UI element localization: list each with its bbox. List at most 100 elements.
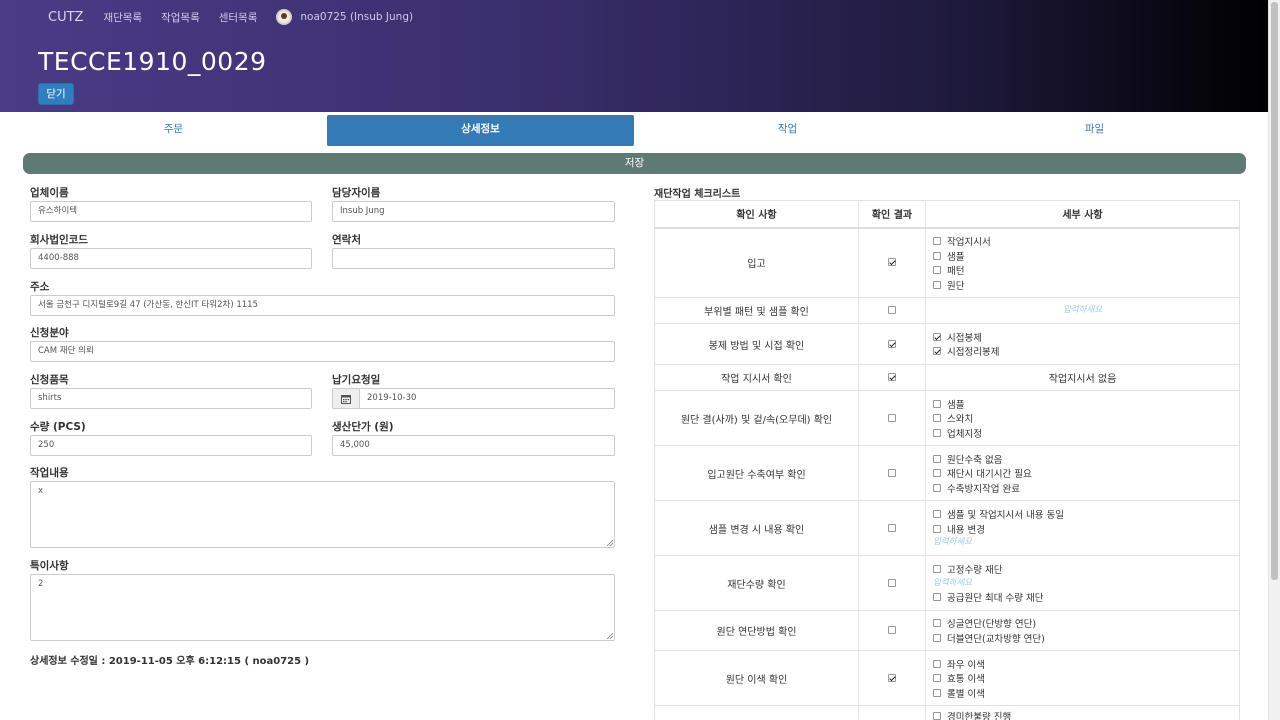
field-select[interactable]: CAM 재단 의뢰: [30, 341, 615, 362]
result-checkbox[interactable]: [888, 339, 896, 348]
option-label: 경미한불량 진행: [947, 712, 1012, 720]
option-checkbox[interactable]: [933, 510, 941, 519]
result-checkbox[interactable]: [888, 626, 896, 634]
header-check-item: 확인 사항: [654, 200, 859, 229]
brand-link[interactable]: CUTZ: [48, 10, 83, 25]
option-checkbox[interactable]: [933, 483, 941, 492]
option-checkbox[interactable]: [933, 266, 941, 274]
item-field[interactable]: shirts: [30, 388, 312, 409]
address-field[interactable]: 서울 금천구 디지털로9길 47 (가산동, 한신IT 타워2차) 1115: [30, 295, 615, 316]
option-label: 샘플 및 작업지시서 내용 동일: [947, 510, 1064, 522]
option[interactable]: 내용 변경: [933, 522, 1232, 537]
result-checkbox[interactable]: [888, 673, 896, 682]
manager-field[interactable]: Insub Jung: [332, 201, 615, 222]
detail-input[interactable]: 입력하세요: [933, 536, 1232, 549]
option-checkbox[interactable]: [933, 659, 941, 668]
checklist-title: 재단작업 체크리스트: [654, 189, 741, 200]
result-checkbox[interactable]: [888, 413, 896, 422]
detail-input[interactable]: 입력하세요: [933, 304, 1232, 317]
option[interactable]: 샘플 및 작업지시서 내용 동일: [933, 507, 1232, 522]
option-label: 패턴: [947, 266, 965, 277]
option[interactable]: 원단수축 없음: [933, 451, 1232, 466]
option-checkbox[interactable]: [933, 332, 941, 341]
option-checkbox[interactable]: [933, 347, 941, 356]
option[interactable]: 수축방지작업 완료: [933, 480, 1232, 495]
option[interactable]: 재단시 대기시간 필요: [933, 466, 1232, 481]
result-checkbox[interactable]: [888, 258, 896, 267]
due-date-field[interactable]: 2019-10-30: [332, 388, 615, 409]
save-button[interactable]: 저장: [23, 153, 1246, 174]
tab-file[interactable]: 파일: [941, 115, 1248, 146]
result-checkbox[interactable]: [888, 578, 896, 587]
option[interactable]: 스와치: [933, 411, 1232, 426]
detail-input[interactable]: 입력하세요: [933, 577, 1232, 590]
option-label: 스와치: [947, 414, 974, 425]
corp-code-field[interactable]: 4400-888: [30, 248, 312, 269]
option[interactable]: 더블연단(교차방향 연단): [933, 631, 1232, 646]
option[interactable]: 샘플: [933, 396, 1232, 411]
option-checkbox[interactable]: [933, 565, 941, 574]
result-checkbox[interactable]: [888, 468, 896, 477]
option-checkbox[interactable]: [933, 592, 941, 601]
option[interactable]: 시접정리봉제: [933, 344, 1232, 359]
contact-field[interactable]: [332, 248, 615, 269]
close-button[interactable]: 닫기: [38, 83, 74, 105]
work-content-textarea[interactable]: x: [30, 481, 615, 548]
manager-label: 담당자이름: [332, 187, 381, 199]
user-menu[interactable]: noa0725 (Insub Jung): [276, 9, 413, 25]
option-checkbox[interactable]: [933, 251, 941, 260]
table-row: 원단 이색 확인 좌우 이색 효통 이색 롤별 이색: [654, 650, 1240, 706]
due-date-value: 2019-10-30: [367, 393, 417, 403]
option[interactable]: 패턴: [933, 263, 1232, 278]
option[interactable]: 작업지시서: [933, 234, 1232, 249]
result-checkbox[interactable]: [888, 306, 896, 314]
option[interactable]: 공급원단 최대 수량 재단: [933, 590, 1232, 605]
option-checkbox[interactable]: [933, 688, 941, 697]
option-checkbox[interactable]: [933, 674, 941, 682]
option-checkbox[interactable]: [933, 399, 941, 408]
result-checkbox[interactable]: [888, 523, 896, 532]
option-label: 싱글연단(단방향 연단): [947, 619, 1037, 631]
option[interactable]: 경미한불량 진행: [933, 709, 1232, 720]
option[interactable]: 업체지정: [933, 425, 1232, 440]
option-checkbox[interactable]: [933, 237, 941, 245]
option[interactable]: 효통 이색: [933, 671, 1232, 686]
option-checkbox[interactable]: [933, 619, 941, 628]
option[interactable]: 원단: [933, 277, 1232, 292]
option-checkbox[interactable]: [933, 633, 941, 642]
tab-details[interactable]: 상세정보: [327, 115, 634, 146]
company-name-field[interactable]: 유스하이텍: [30, 201, 312, 222]
option-label: 작업지시서: [947, 237, 991, 248]
scrollbar-thumb[interactable]: [1271, 2, 1278, 580]
quantity-field[interactable]: 250: [30, 435, 312, 456]
tab-order[interactable]: 주문: [20, 115, 327, 146]
option-label: 좌우 이색: [947, 659, 985, 671]
result-checkbox[interactable]: [888, 373, 896, 381]
option[interactable]: 샘플: [933, 248, 1232, 263]
tab-work[interactable]: 작업: [634, 115, 941, 146]
notes-textarea[interactable]: 2: [30, 574, 615, 641]
option[interactable]: 좌우 이색: [933, 656, 1232, 671]
nav-link-work-list[interactable]: 작업목록: [161, 10, 200, 25]
option-checkbox[interactable]: [933, 454, 941, 463]
unit-price-field[interactable]: 45,000: [332, 435, 615, 456]
option[interactable]: 싱글연단(단방향 연단): [933, 616, 1232, 631]
option[interactable]: 고정수량 재단: [933, 562, 1232, 577]
option-checkbox[interactable]: [933, 712, 941, 720]
option-checkbox[interactable]: [933, 524, 941, 533]
nav-link-center-list[interactable]: 센터목록: [219, 10, 258, 25]
vertical-scrollbar[interactable]: [1268, 0, 1280, 720]
option-checkbox[interactable]: [933, 414, 941, 422]
header-details: 세부 사항: [925, 200, 1240, 229]
option-checkbox[interactable]: [933, 469, 941, 477]
option-checkbox[interactable]: [933, 280, 941, 289]
option-label: 내용 변경: [947, 524, 985, 536]
user-name: noa0725 (Insub Jung): [300, 11, 414, 23]
top-nav: CUTZ 재단목록 작업목록 센터목록 noa0725 (Insub Jung): [38, 8, 413, 26]
option-checkbox[interactable]: [933, 428, 941, 437]
address-label: 주소: [30, 281, 50, 293]
nav-link-cut-list[interactable]: 재단목록: [103, 10, 142, 25]
calendar-icon[interactable]: [333, 389, 360, 408]
option[interactable]: 시접봉제: [933, 330, 1232, 345]
option[interactable]: 롤별 이색: [933, 685, 1232, 700]
